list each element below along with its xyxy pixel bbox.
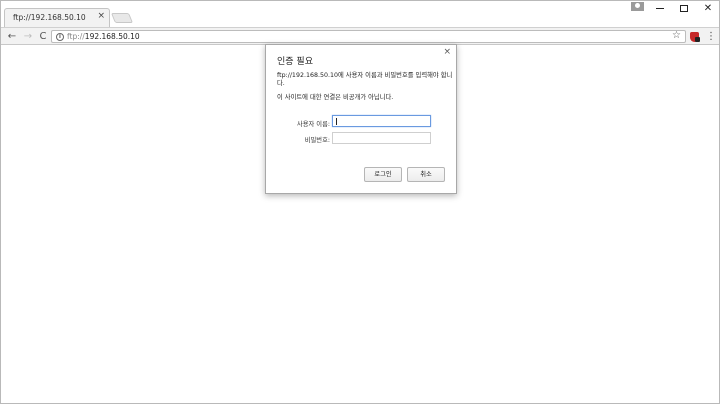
auth-dialog: × 인증 필요 ftp://192.168.50.10에 사용자 이름과 비밀번… (265, 44, 457, 194)
close-icon[interactable]: × (443, 47, 451, 57)
password-input[interactable] (332, 132, 431, 144)
forward-arrow-icon[interactable]: → (21, 30, 35, 43)
tab-close-icon[interactable]: × (97, 11, 105, 21)
dialog-message: ftp://192.168.50.10에 사용자 이름과 비밀번호를 입력해야 … (277, 72, 453, 87)
browser-window: ftp://192.168.50.10 × ✕ ← → C i ftp://19… (0, 0, 720, 404)
tab-strip: ftp://192.168.50.10 × ✕ (1, 1, 719, 27)
toolbar: ← → C i ftp://192.168.50.10 ☆ ⋮ (1, 27, 719, 45)
maximize-icon (680, 4, 688, 12)
dialog-warning: 이 사이트에 대한 연결은 비공개가 아닙니다. (277, 94, 394, 101)
window-close-button[interactable]: ✕ (697, 1, 719, 17)
extension-icon[interactable] (690, 32, 700, 42)
login-button[interactable]: 로그인 (364, 167, 402, 182)
url-scheme: ftp:// (67, 32, 85, 41)
minimize-icon (656, 7, 664, 9)
star-icon[interactable]: ☆ (672, 30, 681, 41)
menu-icon[interactable]: ⋮ (706, 30, 716, 43)
password-label: 비밀번호: (304, 137, 330, 144)
address-bar[interactable]: i ftp://192.168.50.10 ☆ (51, 30, 686, 43)
username-input[interactable] (332, 115, 431, 127)
tab-ftp[interactable]: ftp://192.168.50.10 × (4, 8, 110, 27)
maximize-button[interactable] (673, 1, 695, 17)
info-icon[interactable]: i (56, 32, 64, 41)
profile-icon[interactable] (631, 2, 644, 11)
back-arrow-icon[interactable]: ← (5, 30, 19, 43)
cancel-button[interactable]: 취소 (407, 167, 445, 182)
url-text[interactable]: ftp://192.168.50.10 (67, 32, 140, 41)
minimize-button[interactable] (649, 1, 671, 17)
new-tab-button[interactable] (110, 13, 134, 23)
username-label: 사용자 이름: (296, 121, 330, 128)
tab-title: ftp://192.168.50.10 (13, 13, 86, 22)
reload-icon[interactable]: C (36, 30, 50, 43)
url-host: 192.168.50.10 (84, 32, 140, 41)
dialog-title: 인증 필요 (277, 57, 313, 67)
